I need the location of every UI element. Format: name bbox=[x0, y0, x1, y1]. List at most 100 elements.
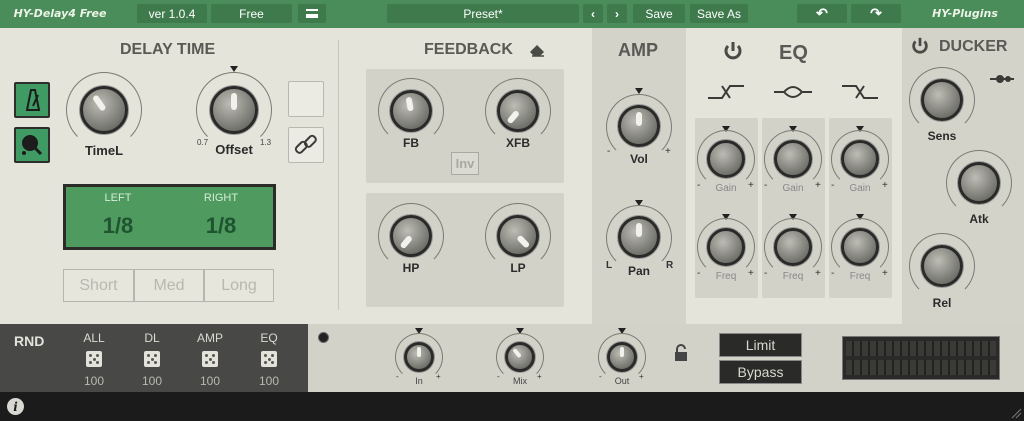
ping-pong-toggle[interactable] bbox=[14, 127, 50, 163]
eq-mid-freq-minus: - bbox=[764, 268, 768, 279]
undo-button[interactable]: ↶ bbox=[797, 4, 847, 23]
time-knob[interactable] bbox=[80, 86, 128, 134]
vol-plus-label: + bbox=[665, 146, 671, 157]
time-label: TimeL bbox=[84, 143, 124, 158]
dice-icon[interactable] bbox=[202, 351, 218, 367]
pan-right-label: R bbox=[666, 260, 674, 271]
feedback-title: FEEDBACK bbox=[424, 41, 513, 58]
save-button[interactable]: Save bbox=[633, 4, 685, 23]
sync-toggle[interactable] bbox=[14, 82, 50, 118]
offset-label: Offset bbox=[215, 142, 253, 157]
redo-button[interactable]: ↷ bbox=[851, 4, 901, 23]
rnd-group-value[interactable]: 100 bbox=[74, 374, 114, 388]
rnd-label: RND bbox=[14, 333, 45, 349]
version-button[interactable]: ver 1.0.4 bbox=[137, 4, 207, 23]
info-button[interactable]: i bbox=[7, 398, 24, 415]
mode-med-button[interactable]: Med bbox=[134, 269, 204, 302]
out-knob[interactable] bbox=[607, 342, 637, 372]
peak-icon bbox=[774, 86, 812, 98]
brand-logo: HY-Plugins bbox=[932, 7, 998, 20]
ducker-title: DUCKER bbox=[939, 38, 1008, 55]
dice-icon[interactable] bbox=[86, 351, 102, 367]
resize-handle[interactable] bbox=[1010, 407, 1022, 419]
undo-icon: ↶ bbox=[816, 5, 828, 21]
in-plus: + bbox=[436, 372, 441, 381]
eq-low-gain-knob[interactable] bbox=[707, 140, 745, 178]
pan-label: Pan bbox=[627, 264, 650, 278]
eq-low-freq-label: Freq bbox=[715, 271, 737, 282]
in-label: In bbox=[415, 376, 423, 386]
chevron-right-icon: › bbox=[615, 6, 619, 21]
next-preset-button[interactable]: › bbox=[607, 4, 627, 23]
save-as-button[interactable]: Save As bbox=[690, 4, 748, 23]
edition-button[interactable]: Free bbox=[211, 4, 292, 23]
rnd-group-value[interactable]: 100 bbox=[190, 374, 230, 388]
eq-high-freq-label: Freq bbox=[849, 271, 871, 282]
dice-icon[interactable] bbox=[261, 351, 277, 367]
ducker-power-button[interactable] bbox=[910, 36, 930, 56]
eq-mid-freq-knob[interactable] bbox=[774, 228, 812, 266]
eq-mid-gain-label: Gain bbox=[782, 183, 804, 194]
eq-high-freq-plus: + bbox=[882, 268, 888, 279]
atk-label: Atk bbox=[969, 212, 989, 226]
dice-icon[interactable] bbox=[144, 351, 160, 367]
lock-icon bbox=[675, 344, 687, 361]
sens-label: Sens bbox=[927, 129, 957, 143]
sidechain-icon[interactable] bbox=[990, 74, 1014, 84]
lock-button[interactable] bbox=[674, 344, 688, 362]
display-right-label: RIGHT bbox=[203, 192, 239, 204]
empty-toggle[interactable] bbox=[288, 81, 324, 117]
link-toggle[interactable] bbox=[288, 127, 324, 163]
ping-pong-icon bbox=[22, 135, 43, 156]
fb-knob[interactable] bbox=[390, 90, 432, 132]
prev-preset-button[interactable]: ‹ bbox=[583, 4, 603, 23]
out-label: Out bbox=[614, 376, 630, 386]
eq-high-gain-label: Gain bbox=[849, 183, 871, 194]
mix-plus: + bbox=[537, 372, 542, 381]
eq-power-button[interactable] bbox=[722, 40, 744, 62]
hp-knob[interactable] bbox=[390, 215, 432, 257]
eraser-icon bbox=[530, 45, 544, 57]
delay-time-title: DELAY TIME bbox=[120, 41, 216, 58]
vol-minus-label: - bbox=[607, 146, 611, 157]
offset-knob[interactable] bbox=[210, 86, 258, 134]
limit-button[interactable]: Limit bbox=[719, 333, 802, 357]
mix-knob[interactable] bbox=[505, 342, 535, 372]
rnd-group-value[interactable]: 100 bbox=[132, 374, 172, 388]
meter-led[interactable] bbox=[318, 332, 329, 343]
eq-high-freq-knob[interactable] bbox=[841, 228, 879, 266]
xfb-label: XFB bbox=[506, 136, 530, 150]
display-left-value[interactable]: 1/8 bbox=[90, 213, 146, 239]
display-left-label: LEFT bbox=[104, 192, 132, 204]
sens-knob[interactable] bbox=[921, 79, 963, 121]
eq-mid-gain-knob[interactable] bbox=[774, 140, 812, 178]
chevron-left-icon: ‹ bbox=[591, 6, 595, 21]
bypass-button[interactable]: Bypass bbox=[719, 360, 802, 384]
mode-short-button[interactable]: Short bbox=[63, 269, 134, 302]
inv-button[interactable]: Inv bbox=[451, 152, 479, 175]
eq-mid-freq-plus: + bbox=[815, 268, 821, 279]
eq-high-gain-minus: - bbox=[831, 180, 835, 191]
lp-label: LP bbox=[510, 261, 526, 275]
xfb-knob[interactable] bbox=[497, 90, 539, 132]
rel-knob[interactable] bbox=[921, 245, 963, 287]
reset-feedback-button[interactable] bbox=[528, 42, 546, 58]
pan-knob[interactable] bbox=[618, 216, 660, 258]
atk-knob[interactable] bbox=[958, 162, 1000, 204]
preset-selector[interactable]: Preset* bbox=[387, 4, 579, 23]
eq-low-freq-knob[interactable] bbox=[707, 228, 745, 266]
menu-button[interactable] bbox=[298, 4, 326, 23]
divider bbox=[338, 40, 339, 310]
lp-knob[interactable] bbox=[497, 215, 539, 257]
level-meter bbox=[842, 336, 1000, 380]
vol-knob[interactable] bbox=[618, 105, 660, 147]
eq-high-gain-plus: + bbox=[882, 180, 888, 191]
eq-high-gain-knob[interactable] bbox=[841, 140, 879, 178]
app-title: HY-Delay4 Free bbox=[13, 7, 107, 20]
amp-panel bbox=[592, 28, 686, 324]
display-right-value[interactable]: 1/8 bbox=[193, 213, 249, 239]
in-knob[interactable] bbox=[404, 342, 434, 372]
rnd-group-value[interactable]: 100 bbox=[249, 374, 289, 388]
out-minus: - bbox=[599, 372, 602, 381]
mode-long-button[interactable]: Long bbox=[204, 269, 274, 302]
